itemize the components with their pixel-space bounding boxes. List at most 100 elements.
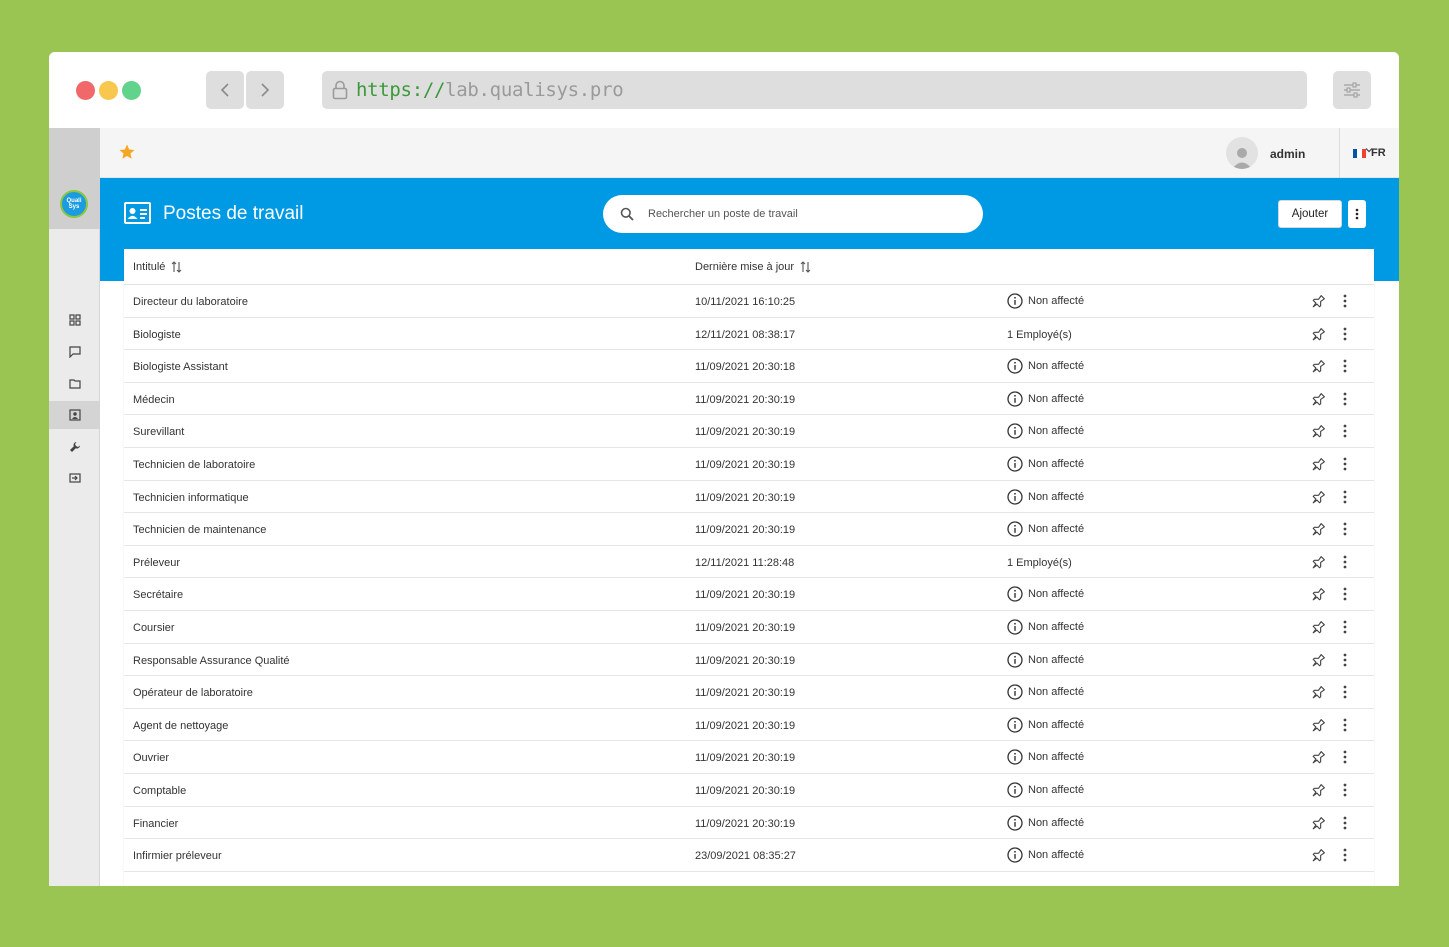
search-input[interactable] — [648, 208, 948, 220]
pin-icon[interactable] — [1309, 456, 1327, 474]
row-menu-icon[interactable] — [1342, 717, 1348, 733]
row-updated: 11/09/2021 20:30:19 — [695, 622, 796, 634]
table-row[interactable]: Biologiste Assistant 11/09/2021 20:30:18… — [124, 350, 1374, 383]
status-cell: Non affecté — [1007, 684, 1084, 700]
table-row[interactable]: Coursier 11/09/2021 20:30:19 Non affecté — [124, 611, 1374, 644]
sidebar-item-dashboard[interactable] — [49, 306, 100, 334]
close-window-button[interactable] — [76, 81, 95, 100]
row-menu-icon[interactable] — [1342, 586, 1348, 602]
table-row[interactable]: Directeur du laboratoire 10/11/2021 16:1… — [124, 285, 1374, 318]
status-text: Non affecté — [1028, 653, 1085, 666]
sidebar-item-messages[interactable] — [49, 338, 100, 366]
table-row[interactable]: Technicien de maintenance 11/09/2021 20:… — [124, 513, 1374, 546]
language-label: FR — [1371, 147, 1386, 159]
row-title: Agent de nettoyage — [133, 719, 229, 732]
sort-icon[interactable] — [800, 261, 811, 273]
pin-icon[interactable] — [1309, 586, 1327, 604]
app-logo-text: Quali Sys — [66, 198, 82, 210]
user-avatar[interactable] — [1226, 137, 1258, 169]
app-logo[interactable]: Quali Sys — [60, 190, 88, 218]
table-row[interactable]: Responsable Assurance Qualité 11/09/2021… — [124, 644, 1374, 677]
sidebar-item-logout[interactable] — [49, 464, 100, 492]
maximize-window-button[interactable] — [122, 81, 141, 100]
pin-icon[interactable] — [1309, 619, 1327, 637]
back-button[interactable] — [206, 71, 244, 109]
table-row[interactable]: Ouvrier 11/09/2021 20:30:19 Non affecté — [124, 741, 1374, 774]
table-row[interactable]: Technicien informatique 11/09/2021 20:30… — [124, 481, 1374, 514]
pin-icon[interactable] — [1309, 652, 1327, 670]
row-menu-icon[interactable] — [1342, 326, 1348, 342]
status-cell: Non affecté — [1007, 619, 1084, 635]
row-menu-icon[interactable] — [1342, 358, 1348, 374]
pin-icon[interactable] — [1309, 847, 1327, 865]
sidebar-item-documents[interactable] — [49, 369, 100, 397]
pin-icon[interactable] — [1309, 423, 1327, 441]
forward-button[interactable] — [246, 71, 284, 109]
row-title: Technicien informatique — [133, 491, 249, 504]
user-icon — [1232, 148, 1252, 169]
address-bar[interactable]: https://lab.qualisys.pro — [322, 71, 1307, 109]
row-menu-icon[interactable] — [1342, 456, 1348, 472]
table-row[interactable]: Surevillant 11/09/2021 20:30:19 Non affe… — [124, 415, 1374, 448]
sort-icon[interactable] — [171, 261, 182, 273]
status-text: Non affecté — [1028, 295, 1085, 307]
dashboard-icon — [68, 314, 81, 326]
more-options-button[interactable] — [1348, 200, 1366, 228]
row-menu-icon[interactable] — [1342, 293, 1348, 309]
pin-icon[interactable] — [1309, 358, 1327, 376]
pin-icon[interactable] — [1309, 521, 1327, 539]
table-row[interactable]: Médecin 11/09/2021 20:30:19 Non affecté — [124, 383, 1374, 416]
row-menu-icon[interactable] — [1342, 652, 1348, 668]
table-row[interactable]: Infirmier préleveur 23/09/2021 08:35:27 … — [124, 839, 1374, 872]
table-row[interactable]: Opérateur de laboratoire 11/09/2021 20:3… — [124, 676, 1374, 709]
pin-icon[interactable] — [1309, 749, 1327, 767]
table-row[interactable]: Technicien de laboratoire 11/09/2021 20:… — [124, 448, 1374, 481]
row-updated: 11/09/2021 20:30:19 — [695, 752, 796, 765]
row-menu-icon[interactable] — [1342, 489, 1348, 505]
browser-settings-button[interactable] — [1333, 71, 1371, 109]
pin-icon[interactable] — [1309, 815, 1327, 833]
row-menu-icon[interactable] — [1342, 554, 1348, 570]
user-name[interactable]: admin — [1270, 147, 1305, 161]
table-row[interactable]: Biologiste 12/11/2021 08:38:17 1 Employé… — [124, 318, 1374, 351]
info-icon — [1007, 391, 1023, 407]
row-menu-icon[interactable] — [1342, 391, 1348, 407]
column-header-title[interactable]: Intitulé — [133, 261, 182, 273]
table-header: Intitulé Dernière mise à jour — [124, 249, 1374, 285]
row-menu-icon[interactable] — [1342, 782, 1348, 798]
table-row[interactable]: Financier 11/09/2021 20:30:19 Non affect… — [124, 807, 1374, 840]
table-row[interactable]: Préleveur 12/11/2021 11:28:48 1 Employé(… — [124, 546, 1374, 579]
pin-icon[interactable] — [1309, 326, 1327, 344]
sidebar-item-workstations[interactable] — [49, 401, 100, 429]
row-menu-icon[interactable] — [1342, 749, 1348, 765]
pin-icon[interactable] — [1309, 684, 1327, 702]
row-title: Technicien de maintenance — [133, 524, 267, 537]
pin-icon[interactable] — [1309, 391, 1327, 409]
pin-icon[interactable] — [1309, 554, 1327, 572]
row-updated: 12/11/2021 08:38:17 — [695, 328, 796, 341]
pin-icon[interactable] — [1309, 293, 1327, 311]
pin-icon[interactable] — [1309, 782, 1327, 800]
chevron-left-icon — [220, 83, 229, 97]
row-title: Ouvrier — [133, 752, 170, 765]
pin-icon[interactable] — [1309, 717, 1327, 735]
row-menu-icon[interactable] — [1342, 684, 1348, 700]
minimize-window-button[interactable] — [99, 81, 118, 100]
add-button[interactable]: Ajouter — [1278, 200, 1342, 228]
pin-icon[interactable] — [1309, 489, 1327, 507]
status-cell: Non affecté — [1007, 651, 1085, 668]
info-icon — [1007, 456, 1023, 472]
row-menu-icon[interactable] — [1342, 423, 1348, 439]
row-menu-icon[interactable] — [1342, 619, 1348, 635]
row-menu-icon[interactable] — [1342, 847, 1348, 863]
table-row[interactable]: Comptable 11/09/2021 20:30:19 Non affect… — [124, 774, 1374, 807]
row-menu-icon[interactable] — [1342, 521, 1348, 537]
favorite-star-icon[interactable] — [118, 143, 136, 161]
row-title: Coursier — [133, 622, 175, 634]
row-menu-icon[interactable] — [1342, 815, 1348, 831]
table-row[interactable]: Secrétaire 11/09/2021 20:30:19 Non affec… — [124, 578, 1374, 611]
column-header-updated[interactable]: Dernière mise à jour — [695, 261, 811, 273]
language-selector[interactable]: FR — [1353, 147, 1386, 159]
table-row[interactable]: Agent de nettoyage 11/09/2021 20:30:19 N… — [124, 709, 1374, 742]
sidebar-item-tools[interactable] — [49, 433, 100, 461]
